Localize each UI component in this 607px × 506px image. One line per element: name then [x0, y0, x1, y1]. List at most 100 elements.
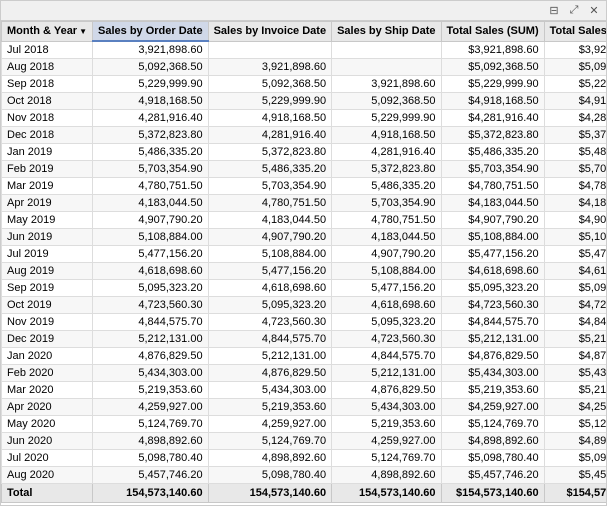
- cell-total-sum: $5,219,353.60: [441, 382, 544, 399]
- cell-invoice: 5,219,353.60: [208, 399, 332, 416]
- cell-ship: 5,095,323.20: [332, 314, 441, 331]
- cell-total-sumx: $4,844,575.70: [544, 314, 606, 331]
- cell-order: 5,092,368.50: [93, 59, 209, 76]
- cell-total-sum: $4,723,560.30: [441, 297, 544, 314]
- close-icon[interactable]: ✕: [586, 3, 602, 19]
- table-row: Nov 2018 4,281,916.40 4,918,168.50 5,229…: [2, 110, 607, 127]
- cell-invoice: [208, 41, 332, 59]
- cell-order: 4,918,168.50: [93, 93, 209, 110]
- table-row: Jan 2019 5,486,335.20 5,372,823.80 4,281…: [2, 144, 607, 161]
- filter-icon[interactable]: ⊟: [546, 3, 562, 19]
- cell-invoice: 4,844,575.70: [208, 331, 332, 348]
- cell-ship: [332, 59, 441, 76]
- col-invoice-date[interactable]: Sales by Invoice Date: [208, 22, 332, 42]
- table-row: Feb 2020 5,434,303.00 4,876,829.50 5,212…: [2, 365, 607, 382]
- cell-month: Apr 2020: [2, 399, 93, 416]
- cell-month: Jul 2020: [2, 450, 93, 467]
- table-row: Jan 2020 4,876,829.50 5,212,131.00 4,844…: [2, 348, 607, 365]
- cell-invoice: 5,703,354.90: [208, 178, 332, 195]
- cell-total-sumx: $5,229,999.90: [544, 76, 606, 93]
- cell-total-sum: $5,092,368.50: [441, 59, 544, 76]
- cell-month: Oct 2019: [2, 297, 93, 314]
- cell-order: 5,098,780.40: [93, 450, 209, 467]
- col-ship-date[interactable]: Sales by Ship Date: [332, 22, 441, 42]
- cell-ship: 4,259,927.00: [332, 433, 441, 450]
- col-order-date[interactable]: Sales by Order Date: [93, 22, 209, 42]
- table-wrapper: Month & Year ▼ Sales by Order Date Sales…: [1, 21, 606, 505]
- table-row: Aug 2018 5,092,368.50 3,921,898.60 $5,09…: [2, 59, 607, 76]
- cell-invoice: 5,108,884.00: [208, 246, 332, 263]
- cell-invoice: 4,907,790.20: [208, 229, 332, 246]
- cell-total-sum: $4,618,698.60: [441, 263, 544, 280]
- footer-order: 154,573,140.60: [93, 484, 209, 503]
- cell-invoice: 4,898,892.60: [208, 450, 332, 467]
- expand-icon[interactable]: ⤢: [566, 3, 582, 19]
- cell-month: Aug 2020: [2, 467, 93, 484]
- cell-order: 5,124,769.70: [93, 416, 209, 433]
- cell-total-sumx: $5,434,303.00: [544, 365, 606, 382]
- cell-total-sum: $4,844,575.70: [441, 314, 544, 331]
- col-total-sumx[interactable]: Total Sales (SUMX): [544, 22, 606, 42]
- cell-invoice: 5,486,335.20: [208, 161, 332, 178]
- cell-order: 4,618,698.60: [93, 263, 209, 280]
- cell-total-sum: $5,457,746.20: [441, 467, 544, 484]
- cell-total-sumx: $4,907,790.20: [544, 212, 606, 229]
- cell-ship: 4,281,916.40: [332, 144, 441, 161]
- cell-ship: 4,876,829.50: [332, 382, 441, 399]
- cell-total-sum: $4,259,927.00: [441, 399, 544, 416]
- cell-total-sumx: $3,921,898.60: [544, 41, 606, 59]
- table-row: May 2020 5,124,769.70 4,259,927.00 5,219…: [2, 416, 607, 433]
- cell-invoice: 4,723,560.30: [208, 314, 332, 331]
- cell-order: 4,844,575.70: [93, 314, 209, 331]
- cell-order: 5,229,999.90: [93, 76, 209, 93]
- main-container: ⊟ ⤢ ✕ Month & Year ▼ Sales by Order Date: [0, 0, 607, 506]
- cell-invoice: 4,780,751.50: [208, 195, 332, 212]
- cell-ship: 5,703,354.90: [332, 195, 441, 212]
- cell-order: 4,780,751.50: [93, 178, 209, 195]
- cell-ship: 4,780,751.50: [332, 212, 441, 229]
- cell-invoice: 5,372,823.80: [208, 144, 332, 161]
- cell-month: Aug 2018: [2, 59, 93, 76]
- cell-total-sum: $5,703,354.90: [441, 161, 544, 178]
- cell-month: Feb 2020: [2, 365, 93, 382]
- cell-order: 5,212,131.00: [93, 331, 209, 348]
- cell-order: 5,477,156.20: [93, 246, 209, 263]
- table-body: Jul 2018 3,921,898.60 $3,921,898.60 $3,9…: [2, 41, 607, 484]
- cell-total-sum: $4,780,751.50: [441, 178, 544, 195]
- table-row: Apr 2019 4,183,044.50 4,780,751.50 5,703…: [2, 195, 607, 212]
- cell-total-sumx: $5,372,823.80: [544, 127, 606, 144]
- cell-order: 5,434,303.00: [93, 365, 209, 382]
- cell-month: Dec 2019: [2, 331, 93, 348]
- footer-ship: 154,573,140.60: [332, 484, 441, 503]
- cell-total-sumx: $4,183,044.50: [544, 195, 606, 212]
- cell-ship: 5,229,999.90: [332, 110, 441, 127]
- table-row: Dec 2019 5,212,131.00 4,844,575.70 4,723…: [2, 331, 607, 348]
- table-row: Mar 2019 4,780,751.50 5,703,354.90 5,486…: [2, 178, 607, 195]
- cell-order: 4,281,916.40: [93, 110, 209, 127]
- cell-ship: 4,907,790.20: [332, 246, 441, 263]
- cell-order: 4,723,560.30: [93, 297, 209, 314]
- cell-invoice: 5,434,303.00: [208, 382, 332, 399]
- cell-month: Nov 2019: [2, 314, 93, 331]
- cell-month: Jul 2019: [2, 246, 93, 263]
- footer-total-sumx: $154,573,140.60: [544, 484, 606, 503]
- cell-total-sum: $5,477,156.20: [441, 246, 544, 263]
- table-row: Oct 2019 4,723,560.30 5,095,323.20 4,618…: [2, 297, 607, 314]
- table-row: Feb 2019 5,703,354.90 5,486,335.20 5,372…: [2, 161, 607, 178]
- cell-ship: 4,723,560.30: [332, 331, 441, 348]
- cell-order: 5,095,323.20: [93, 280, 209, 297]
- cell-order: 4,898,892.60: [93, 433, 209, 450]
- cell-month: Oct 2018: [2, 93, 93, 110]
- cell-total-sumx: $5,095,323.20: [544, 280, 606, 297]
- col-month-year[interactable]: Month & Year ▼: [2, 22, 93, 42]
- cell-invoice: 4,281,916.40: [208, 127, 332, 144]
- cell-total-sumx: $5,124,769.70: [544, 416, 606, 433]
- table-row: Jul 2020 5,098,780.40 4,898,892.60 5,124…: [2, 450, 607, 467]
- table-row: Oct 2018 4,918,168.50 5,229,999.90 5,092…: [2, 93, 607, 110]
- cell-order: 4,876,829.50: [93, 348, 209, 365]
- cell-total-sum: $4,898,892.60: [441, 433, 544, 450]
- cell-total-sum: $5,372,823.80: [441, 127, 544, 144]
- col-total-sum[interactable]: Total Sales (SUM): [441, 22, 544, 42]
- cell-order: 3,921,898.60: [93, 41, 209, 59]
- cell-month: Jul 2018: [2, 41, 93, 59]
